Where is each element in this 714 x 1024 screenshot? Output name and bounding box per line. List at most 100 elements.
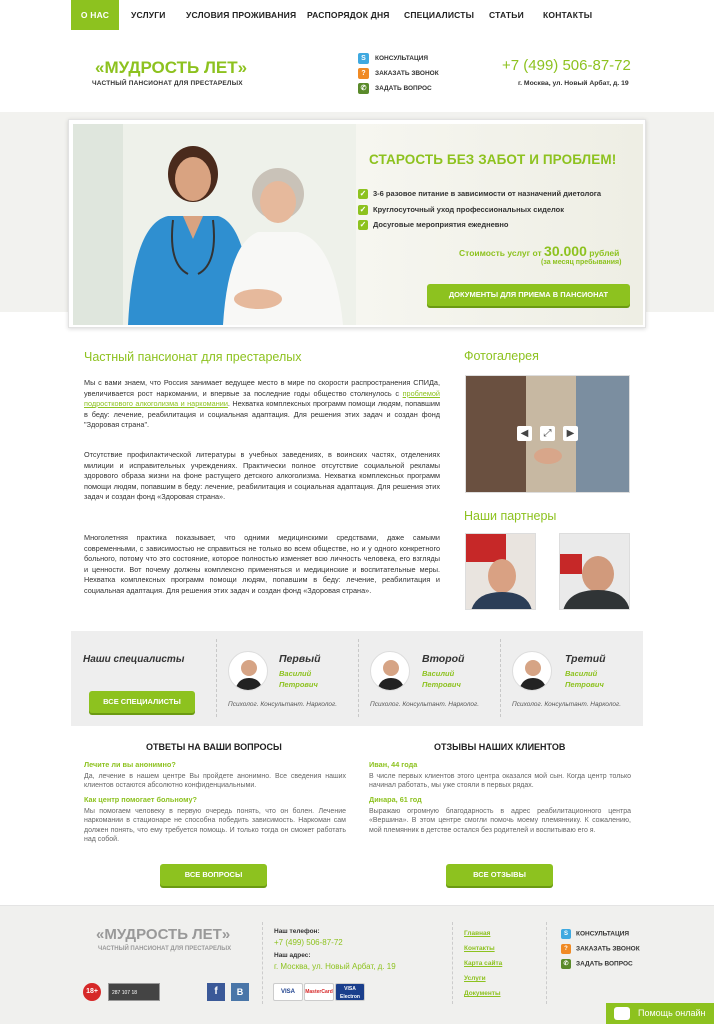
specialist-avatar[interactable] (512, 651, 552, 691)
gallery-prev-button[interactable]: ◀ (517, 426, 532, 441)
reviews-title: ОТЗЫВЫ НАШИХ КЛИЕНТОВ (434, 742, 566, 752)
footer-address-label: Наш адрес: (274, 952, 311, 959)
review-text: Выражаю огромную благодарность в адрес р… (369, 808, 631, 834)
footer-order-call-link[interactable]: ? ЗАКАЗАТЬ ЗВОНОК (561, 944, 640, 954)
partner-photo[interactable] (465, 533, 536, 610)
faq-question[interactable]: Лечите ли вы анонимно? (84, 760, 176, 769)
divider (546, 922, 547, 1004)
ask-question-link[interactable]: ✆ ЗАДАТЬ ВОПРОС (358, 83, 432, 95)
about-paragraph-1: Мы с вами знаем, что Россия занимает вед… (84, 378, 441, 429)
visa-card-icon: VISA (273, 983, 303, 1001)
footer-link-contacts[interactable]: Контакты (464, 945, 495, 952)
feature-item: ✓ Круглосуточный уход профессиональных си… (358, 205, 565, 216)
main-nav: О НАС УСЛУГИ УСЛОВИЯ ПРОЖИВАНИЯ РАСПОРЯД… (0, 0, 714, 30)
skype-icon: S (561, 929, 571, 939)
divider (216, 639, 217, 717)
partners-title: Наши партнеры (464, 509, 557, 523)
divider (358, 639, 359, 717)
feature-item: ✓ 3-6 разовое питание в зависимости от на… (358, 189, 602, 200)
photo-gallery[interactable]: ◀ ⤢ ▶ (465, 375, 630, 493)
feature-item: ✓ Досуговые мероприятия ежедневно (358, 220, 509, 231)
review-author: Динара, 61 год (369, 795, 422, 804)
online-help-chat-button[interactable]: Помощь онлайн (606, 1003, 714, 1024)
specialists-section: Наши специалисты ВСЕ СПЕЦИАЛИСТЫ Первый … (71, 631, 643, 726)
gallery-title: Фотогалерея (464, 349, 539, 363)
hero-banner: СТАРОСТЬ БЕЗ ЗАБОТ И ПРОБЛЕМ! ✓ 3-6 разов… (68, 119, 646, 328)
nav-item-about[interactable]: О НАС (71, 0, 119, 30)
footer-phone[interactable]: +7 (499) 506-87-72 (274, 938, 343, 947)
footer-link-documents[interactable]: Документы (464, 990, 501, 997)
specialist-role: Психолог. Консультант. Нарколог. (228, 701, 338, 708)
consultation-link[interactable]: S КОНСУЛЬТАЦИЯ (358, 53, 428, 65)
specialist-surname[interactable]: Первый (279, 653, 321, 665)
footer-link-home[interactable]: Главная (464, 930, 490, 937)
specialists-title: Наши специалисты (83, 654, 185, 665)
checkmark-icon: ✓ (358, 220, 368, 231)
specialist-surname[interactable]: Третий (565, 653, 606, 665)
footer-ask-question-link[interactable]: ✆ ЗАДАТЬ ВОПРОС (561, 959, 633, 969)
specialist-surname[interactable]: Второй (422, 653, 464, 665)
all-reviews-button[interactable]: ВСЕ ОТЗЫВЫ (446, 864, 553, 886)
about-title: Частный пансионат для престарелых (84, 350, 302, 364)
review-text: В числе первых клиентов этого центра ока… (369, 773, 631, 790)
specialist-role: Психолог. Консультант. Нарколог. (512, 701, 622, 708)
age-restriction-badge: 18+ (83, 983, 101, 1001)
nav-item-contacts[interactable]: КОНТАКТЫ (543, 0, 592, 30)
all-specialists-button[interactable]: ВСЕ СПЕЦИАЛИСТЫ (89, 691, 195, 713)
nav-item-services[interactable]: УСЛУГИ (131, 0, 166, 30)
gallery-fullscreen-button[interactable]: ⤢ (540, 426, 555, 441)
footer-address: г. Москва, ул. Новый Арбат, д. 19 (274, 962, 396, 971)
specialist-avatar[interactable] (228, 651, 268, 691)
nav-item-daily-schedule[interactable]: РАСПОРЯДОК ДНЯ (307, 0, 390, 30)
specialist-first-name: Василий Петрович (279, 669, 318, 689)
question-icon: ? (561, 944, 571, 954)
partner-photo[interactable] (559, 533, 630, 610)
site-subtitle: ЧАСТНЫЙ ПАНСИОНАТ ДЛЯ ПРЕСТАРЕЛЫХ (92, 80, 243, 87)
price-note: (за месяц пребывания) (541, 259, 622, 266)
visitor-counter[interactable]: 287 107 18 (108, 983, 160, 1001)
specialist-first-name: Василий Петрович (565, 669, 604, 689)
header-phone[interactable]: +7 (499) 506-87-72 (502, 57, 631, 74)
nav-item-living-conditions[interactable]: УСЛОВИЯ ПРОЖИВАНИЯ (186, 0, 296, 30)
specialist-avatar[interactable] (370, 651, 410, 691)
phone-icon: ✆ (358, 83, 369, 94)
admission-documents-button[interactable]: ДОКУМЕНТЫ ДЛЯ ПРИЕМА В ПАНСИОНАТ (427, 284, 630, 306)
visa-electron-icon: VISA Electron (335, 983, 365, 1001)
divider (500, 639, 501, 717)
nurse-and-elderly-woman-photo (73, 124, 356, 325)
footer-phone-label: Наш телефон: (274, 928, 320, 935)
footer-consultation-link[interactable]: S КОНСУЛЬТАЦИЯ (561, 929, 629, 939)
footer-logo-title[interactable]: «МУДРОСТЬ ЛЕТ» (96, 926, 230, 943)
about-paragraph-3: Многолетняя практика показывает, что одн… (84, 533, 440, 595)
facebook-icon[interactable]: f (207, 983, 225, 1001)
faq-question[interactable]: Как центр помогает больному? (84, 795, 197, 804)
vkontakte-icon[interactable]: В (231, 983, 249, 1001)
divider (262, 922, 263, 1004)
chat-bubble-icon (614, 1007, 630, 1020)
order-call-link[interactable]: ? ЗАКАЗАТЬ ЗВОНОК (358, 68, 439, 80)
specialist-role: Психолог. Консультант. Нарколог. (370, 701, 480, 708)
skype-icon: S (358, 53, 369, 64)
checkmark-icon: ✓ (358, 189, 368, 200)
mastercard-icon: MasterCard (304, 983, 334, 1001)
price-text: Стоимость услуг от 30.000 рублей (459, 243, 620, 259)
nav-item-specialists[interactable]: СПЕЦИАЛИСТЫ (404, 0, 474, 30)
footer-subtitle: ЧАСТНЫЙ ПАНСИОНАТ ДЛЯ ПРЕСТАРЕЛЫХ (98, 946, 232, 952)
divider (452, 922, 453, 1004)
gallery-next-button[interactable]: ▶ (563, 426, 578, 441)
site-logo-title[interactable]: «МУДРОСТЬ ЛЕТ» (95, 58, 247, 78)
footer-link-services[interactable]: Услуги (464, 975, 486, 982)
phone-icon: ✆ (561, 959, 571, 969)
specialist-first-name: Василий Петрович (422, 669, 461, 689)
faq-title: ОТВЕТЫ НА ВАШИ ВОПРОСЫ (146, 742, 282, 752)
faq-answer: Мы помогаем человеку в первую очередь по… (84, 808, 346, 843)
about-paragraph-2: Отсутствие профилактической литературы в… (84, 450, 440, 501)
review-author: Иван, 44 года (369, 760, 418, 769)
nav-item-articles[interactable]: СТАТЬИ (489, 0, 524, 30)
checkmark-icon: ✓ (358, 205, 368, 216)
question-icon: ? (358, 68, 369, 79)
footer-link-sitemap[interactable]: Карта сайта (464, 960, 502, 967)
all-questions-button[interactable]: ВСЕ ВОПРОСЫ (160, 864, 267, 886)
faq-answer: Да, лечение в нашем центре Вы пройдете а… (84, 773, 346, 790)
banner-slogan: СТАРОСТЬ БЕЗ ЗАБОТ И ПРОБЛЕМ! (369, 152, 617, 167)
